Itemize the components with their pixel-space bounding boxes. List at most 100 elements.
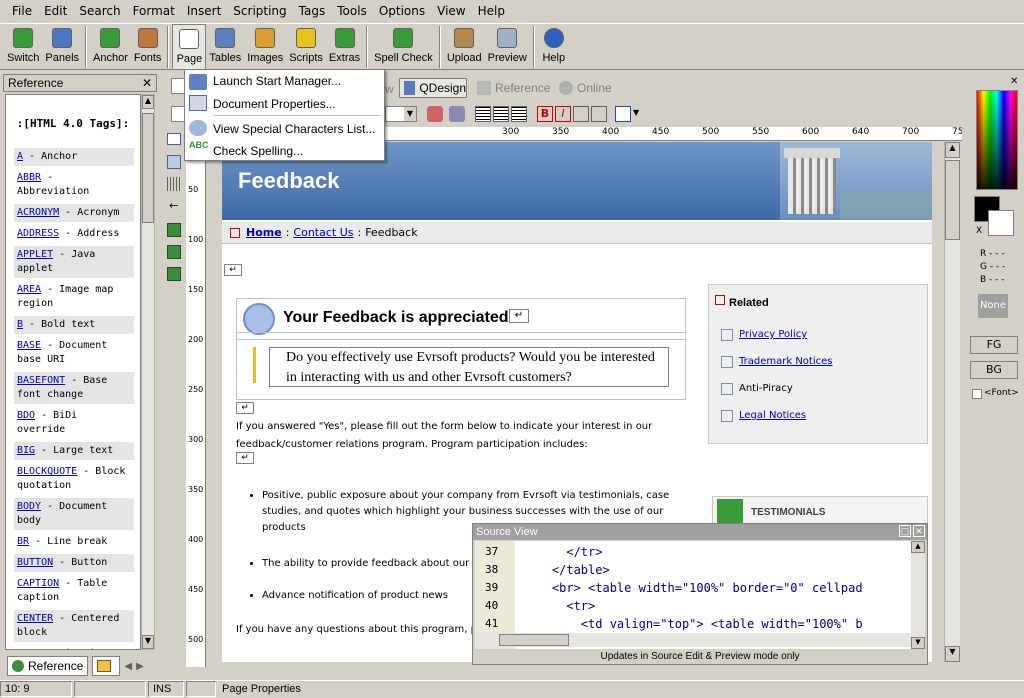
chevron-down-icon[interactable]: ▼ <box>633 108 639 117</box>
menu-edit[interactable]: Edit <box>38 0 73 23</box>
view-tab-partial[interactable]: w <box>385 82 394 96</box>
grid-icon[interactable] <box>167 177 181 191</box>
menu-format[interactable]: Format <box>127 0 181 23</box>
menu-scripting[interactable]: Scripting <box>227 0 292 23</box>
tag-link[interactable]: CAPTION <box>17 578 59 589</box>
breadcrumb-home[interactable]: Home <box>246 226 282 239</box>
source-hscrollbar[interactable] <box>475 633 911 647</box>
tab-second[interactable] <box>92 656 121 676</box>
close-icon[interactable]: ✕ <box>913 525 925 537</box>
align-left-icon[interactable] <box>475 106 491 122</box>
menu-search[interactable]: Search <box>73 0 126 23</box>
tag-link[interactable]: BASEFONT <box>17 375 65 386</box>
related-link-item[interactable]: Trademark Notices <box>721 348 921 375</box>
list-item[interactable]: ADDRESS - Address <box>14 225 134 243</box>
tab-scroll-left-icon[interactable]: ◀ <box>124 661 132 672</box>
reference-scrollbar[interactable]: ▲ ▼ <box>141 94 155 650</box>
menu-help[interactable]: Help <box>472 0 511 23</box>
list-item[interactable]: ABBR - Abbreviation <box>14 169 134 201</box>
breadcrumb-contact[interactable]: Contact Us <box>293 226 353 239</box>
list-item[interactable]: AREA - Image map region <box>14 281 134 313</box>
toolbar-spell-check-button[interactable]: Spell Check <box>371 24 436 70</box>
tag-link[interactable]: BDO <box>17 410 35 421</box>
toolbar-upload-button[interactable]: Upload <box>444 24 485 70</box>
menu-check-spelling[interactable]: Check Spelling... <box>213 144 303 158</box>
menu-insert[interactable]: Insert <box>181 0 227 23</box>
arrow-left-icon[interactable]: ← <box>169 199 178 212</box>
tag-link[interactable]: CITE <box>17 648 41 649</box>
list-item[interactable]: BODY - Document body <box>14 498 134 530</box>
list-item[interactable]: B - Bold text <box>14 316 134 334</box>
tag-link[interactable]: ADDRESS <box>17 228 59 239</box>
tab-qdesign[interactable]: QDesign <box>399 78 467 98</box>
close-icon[interactable]: ✕ <box>142 76 152 90</box>
text-color-icon[interactable] <box>427 106 443 122</box>
menu-document-properties[interactable]: Document Properties... <box>213 97 336 111</box>
close-icon[interactable]: ✕ <box>1010 76 1018 87</box>
toolbar-preview-button[interactable]: Preview <box>485 24 530 70</box>
menu-launch-start-manager[interactable]: Launch Start Manager... <box>213 74 341 88</box>
tag-link[interactable]: ACRONYM <box>17 207 59 218</box>
tab-reference[interactable]: Reference <box>7 656 89 676</box>
layer-icon[interactable] <box>167 155 181 169</box>
list-item[interactable]: APPLET - Java applet <box>14 246 134 278</box>
background-swatch[interactable] <box>988 210 1014 236</box>
font-checkbox[interactable] <box>972 389 982 399</box>
indent-icon[interactable] <box>167 223 181 237</box>
tag-link[interactable]: B <box>17 319 23 330</box>
list-item[interactable]: BDO - BiDi override <box>14 407 134 439</box>
restore-icon[interactable]: ▢ <box>899 525 911 537</box>
tag-link[interactable]: BASE <box>17 340 41 351</box>
page-scrollbar[interactable]: ▲ ▼ <box>944 142 960 662</box>
menu-tools[interactable]: Tools <box>331 0 373 23</box>
align-right-icon[interactable] <box>511 106 527 122</box>
tag-link[interactable]: CENTER <box>17 613 53 624</box>
list-item[interactable]: CENTER - Centered block <box>14 610 134 642</box>
related-link-label[interactable]: Trademark Notices <box>739 356 833 367</box>
list-item[interactable]: BR - Line break <box>14 533 134 551</box>
toolbar-extras-button[interactable]: Extras <box>326 24 363 70</box>
tag-link[interactable]: AREA <box>17 284 41 295</box>
toolbar-panels-button[interactable]: Panels <box>42 24 82 70</box>
table-insert-icon[interactable] <box>615 106 631 122</box>
toolbar-images-button[interactable]: Images <box>244 24 286 70</box>
menu-view[interactable]: View <box>431 0 471 23</box>
related-link-item[interactable]: Legal Notices <box>721 402 921 429</box>
related-link-item[interactable]: Privacy Policy <box>721 321 921 348</box>
tag-link[interactable]: APPLET <box>17 249 53 260</box>
menu-file[interactable]: File <box>6 0 38 23</box>
toolbar-page-button[interactable]: Page <box>172 24 207 70</box>
related-link-label[interactable]: Legal Notices <box>739 410 806 421</box>
tab-scroll-right-icon[interactable]: ▶ <box>136 661 144 672</box>
tag-link[interactable]: BLOCKQUOTE <box>17 466 77 477</box>
tab-reference-view[interactable]: Reference <box>473 78 553 98</box>
menu-options[interactable]: Options <box>373 0 431 23</box>
font-size-select[interactable]: ▼ <box>385 106 417 122</box>
bold-icon[interactable]: B <box>537 106 553 122</box>
list-item[interactable]: BASE - Document base URI <box>14 337 134 369</box>
source-scrollbar[interactable]: ▲ ▼ <box>911 541 925 649</box>
list-tool-icon[interactable] <box>167 267 181 281</box>
tag-link[interactable]: BIG <box>17 445 35 456</box>
highlight-icon[interactable] <box>449 106 465 122</box>
list-item[interactable]: CITE - Citation <box>14 645 134 649</box>
toolbar-switch-button[interactable]: Switch <box>4 24 42 70</box>
italic-icon[interactable]: I <box>555 106 571 122</box>
tag-link[interactable]: BUTTON <box>17 557 53 568</box>
none-color-button[interactable]: None <box>978 294 1008 318</box>
tab-online[interactable]: Online <box>555 78 625 98</box>
menu-view-special-characters[interactable]: View Special Characters List... <box>213 122 376 136</box>
list-item[interactable]: BIG - Large text <box>14 442 134 460</box>
toolbar-tables-button[interactable]: Tables <box>206 24 244 70</box>
style-select[interactable] <box>171 106 185 122</box>
toolbar-scripts-button[interactable]: Scripts <box>286 24 326 70</box>
tag-link[interactable]: BODY <box>17 501 41 512</box>
ordered-list-icon[interactable] <box>573 106 589 122</box>
list-item[interactable]: BUTTON - Button <box>14 554 134 572</box>
list-item[interactable]: BLOCKQUOTE - Block quotation <box>14 463 134 495</box>
source-view-titlebar[interactable]: Source View ▢ ✕ <box>473 524 927 540</box>
tag-link[interactable]: BR <box>17 536 29 547</box>
toolbar-help-button[interactable]: Help <box>538 24 570 70</box>
tag-link[interactable]: ABBR <box>17 172 41 183</box>
related-link-label[interactable]: Privacy Policy <box>739 329 807 340</box>
